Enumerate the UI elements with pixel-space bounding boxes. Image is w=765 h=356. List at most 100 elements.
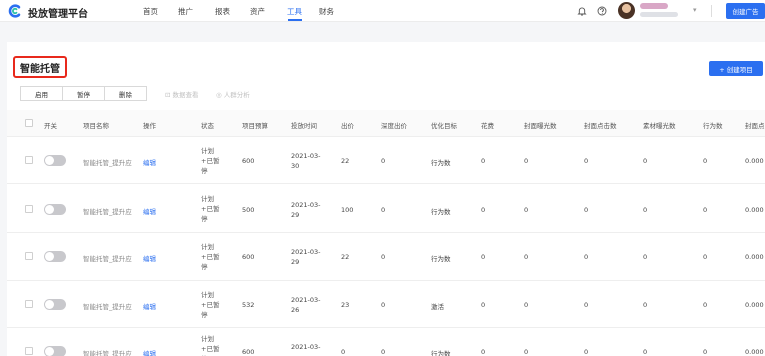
row-cover-clicks: 0 [584,157,589,165]
row-cover-impressions: 0 [524,157,529,165]
row-material-impressions: 0 [643,253,648,261]
row-deep-bid: 0 [381,348,386,356]
user-avatar[interactable] [618,2,635,19]
row-cost: 0 [481,253,486,261]
col-header-budget: 项目预算 [242,122,268,130]
row-checkbox[interactable] [25,347,33,355]
row-checkbox[interactable] [25,156,33,164]
status-line: +已暂 [201,301,220,309]
row-switch[interactable] [44,155,66,166]
row-cover-rate: 0.000 [745,253,764,261]
row-edit-link[interactable]: 编辑 [143,348,156,356]
row-cover-rate: 0.000 [745,348,764,356]
row-cover-clicks: 0 [584,253,589,261]
date-line: 2021-03- [291,343,321,351]
bulk-action-group: 启用 暂停 删除 [20,86,147,101]
row-project-name[interactable]: 智能托管_提升应 [83,206,138,216]
col-header-cover-clicks: 封面点击数 [584,122,617,130]
row-material-impressions: 0 [643,157,648,165]
row-date: 2021-03- [291,342,321,352]
status-line: 停 [201,215,208,223]
date-line: 29 [291,211,300,219]
nav-promotion[interactable]: 推广 [178,6,193,17]
date-line: 2021-03- [291,296,321,304]
row-bid: 100 [341,206,354,214]
audience-analysis-label: 人群分析 [223,91,250,99]
enable-button[interactable]: 启用 [20,86,63,101]
app-title: 投放管理平台 [28,9,88,20]
row-checkbox[interactable] [25,252,33,260]
row-material-impressions: 0 [643,206,648,214]
status-line: 停 [201,311,208,319]
row-material-impressions: 0 [643,301,648,309]
status-line: 计划 [201,335,214,343]
row-cover-impressions: 0 [524,348,529,356]
audience-analysis-action[interactable]: ◎ 人群分析 [216,89,250,99]
row-checkbox[interactable] [25,205,33,213]
create-project-button[interactable]: + 创建项目 [709,61,763,76]
row-switch[interactable] [44,299,66,310]
nav-reports[interactable]: 报表 [215,6,230,17]
row-project-name[interactable]: 智能托管_提升应 [83,301,138,311]
row-budget: 600 [242,348,255,356]
row-edit-link[interactable]: 编辑 [143,301,156,311]
nav-home[interactable]: 首页 [143,6,158,17]
row-divider [7,232,765,233]
row-switch[interactable] [44,251,66,262]
col-header-deep-bid: 深度出价 [381,122,407,130]
date-line: 30 [291,162,300,170]
row-budget: 600 [242,157,255,165]
delete-button[interactable]: 删除 [104,86,147,101]
row-target: 行为数 [431,255,451,263]
row-cost: 0 [481,301,486,309]
row-status: 计划 +已暂停 [201,194,219,224]
nav-tools[interactable]: 工具 [287,6,302,17]
row-cover-clicks: 0 [584,348,589,356]
nav-assets[interactable]: 资产 [250,6,265,17]
status-line: +已暂 [201,253,220,261]
row-date: 2021-03- 29 [291,200,321,220]
status-line: 计划 [201,243,214,251]
create-ad-button[interactable]: 创建广告 [726,3,765,19]
row-status: 计划 +已暂停 [201,290,219,320]
pause-button[interactable]: 暂停 [62,86,105,101]
bell-icon[interactable] [576,5,588,17]
row-project-name[interactable]: 智能托管_提升应 [83,348,138,356]
row-budget: 600 [242,253,255,261]
date-line: 29 [291,258,300,266]
status-line: 停 [201,263,208,271]
row-project-name[interactable]: 智能托管_提升应 [83,253,138,263]
row-bid: 22 [341,253,350,261]
row-project-name[interactable]: 智能托管_提升应 [83,157,138,167]
row-actions-count: 0 [703,157,708,165]
row-cover-clicks: 0 [584,206,589,214]
row-actions-count: 0 [703,206,708,214]
row-cover-rate: 0.000 [745,157,764,165]
view-data-label: 数据查看 [172,91,199,99]
nav-finance[interactable]: 财务 [319,6,334,17]
row-edit-link[interactable]: 编辑 [143,253,156,263]
row-target: 行为数 [431,208,451,216]
col-header-cost: 花费 [481,122,494,130]
view-data-action[interactable]: ⊡ 数据查看 [165,89,199,99]
platform-logo-icon[interactable] [8,4,22,18]
row-deep-bid: 0 [381,206,386,214]
row-material-impressions: 0 [643,348,648,356]
row-switch[interactable] [44,346,66,356]
status-line: 计划 [201,291,214,299]
col-header-cover-rate: 封面点 [745,122,765,130]
row-switch[interactable] [44,204,66,215]
row-edit-link[interactable]: 编辑 [143,157,156,167]
row-checkbox[interactable] [25,300,33,308]
row-date: 2021-03- 29 [291,247,321,267]
chevron-down-icon[interactable]: ▾ [693,6,697,14]
row-edit-link[interactable]: 编辑 [143,206,156,216]
row-bid: 23 [341,301,350,309]
col-header-cover-impressions: 封面曝光数 [524,122,557,130]
date-line: 26 [291,306,300,314]
row-target: 行为数 [431,350,451,356]
help-icon[interactable] [596,5,608,17]
select-all-checkbox[interactable] [25,119,33,127]
row-actions-count: 0 [703,348,708,356]
row-cover-rate: 0.000 [745,206,764,214]
